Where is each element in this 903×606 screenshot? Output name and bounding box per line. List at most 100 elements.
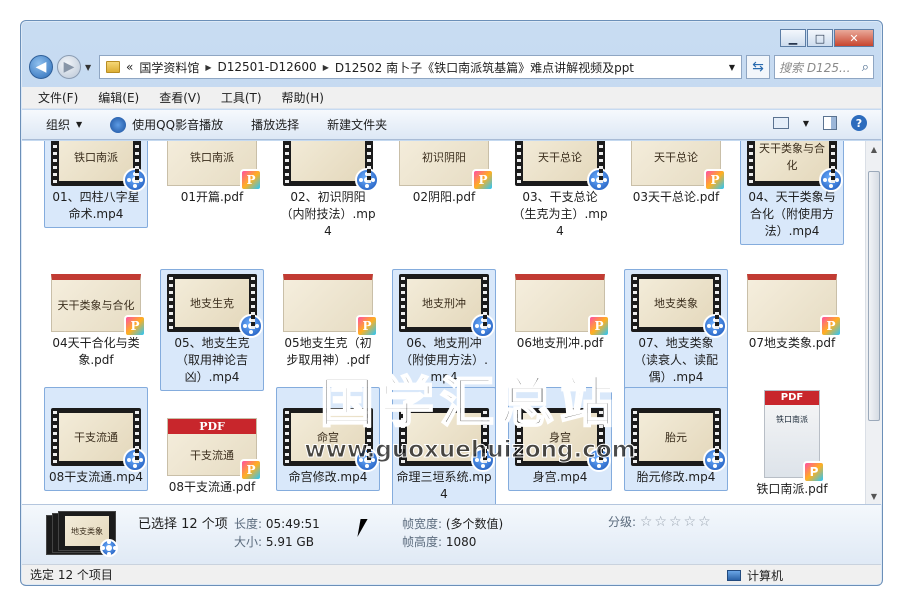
- pdf-app-icon: P: [356, 315, 378, 337]
- file-item-pdf[interactable]: PDF 铁口南派 P 铁口南派.pdf: [740, 387, 844, 503]
- file-item-video[interactable]: 胎元 胎元修改.mp4: [624, 387, 728, 491]
- new-folder-button[interactable]: 新建文件夹: [327, 116, 387, 133]
- thumbnail-text: [291, 141, 365, 181]
- thumbnail-text: 身宫: [523, 413, 597, 461]
- file-item-pdf[interactable]: P 06地支刑冲.pdf: [508, 269, 612, 357]
- length-label: 长度:: [234, 517, 263, 531]
- selected-count: 已选择 12 个项: [138, 517, 228, 532]
- qq-play-button[interactable]: 使用QQ影音播放: [110, 116, 223, 133]
- size-row: 大小: 5.91 GB: [234, 533, 314, 550]
- media-player-icon: [703, 448, 727, 472]
- breadcrumb-chevron-right-icon[interactable]: ▶: [205, 63, 211, 72]
- play-selection-button[interactable]: 播放选择: [251, 116, 299, 133]
- file-name: 01开篇.pdf: [180, 190, 244, 204]
- file-item-pdf[interactable]: PDF 干支流通 P 08干支流通.pdf: [160, 387, 264, 501]
- size-value: 5.91 GB: [265, 535, 314, 549]
- minimize-button[interactable]: ▁: [780, 29, 806, 47]
- file-item-video[interactable]: 命理三垣系统.mp4: [392, 387, 496, 504]
- file-name: 02阴阳.pdf: [412, 190, 476, 204]
- breadcrumb-item-3[interactable]: D12502 南卜子《铁口南派筑基篇》难点讲解视频及ppt: [335, 59, 634, 76]
- file-item-video[interactable]: 天干类象与合化 04、天干类象与合化（附使用方法）.mp4: [740, 141, 844, 245]
- frame-width-row: 帧宽度: (多个数值): [402, 515, 503, 532]
- refresh-button[interactable]: ⇆: [746, 55, 770, 79]
- scroll-thumb[interactable]: [868, 171, 880, 421]
- new-folder-label: 新建文件夹: [327, 118, 388, 132]
- file-item-video[interactable]: 地支刑冲 06、地支刑冲（附使用方法）.mp4: [392, 269, 496, 391]
- media-player-icon: [587, 168, 611, 192]
- search-input[interactable]: 搜索 D125... ⌕: [774, 55, 874, 79]
- pdf-thumbnail: 初识阴阳 P: [399, 141, 494, 191]
- file-name: 03、干支总论（生克为主）.mp4: [512, 190, 608, 238]
- video-thumbnail: 地支生克: [167, 274, 263, 338]
- organize-button[interactable]: 组织 ▼: [46, 116, 82, 133]
- frame-height-label: 帧高度:: [402, 535, 443, 549]
- file-name: 07地支类象.pdf: [748, 336, 836, 350]
- file-item-video[interactable]: 地支类象 07、地支类象（读衰人、读配偶）.mp4: [624, 269, 728, 391]
- thumbnail-text: 地支类象: [639, 279, 713, 327]
- view-chevron-down-icon[interactable]: ▼: [803, 119, 809, 128]
- search-icon[interactable]: ⌕: [862, 60, 869, 75]
- file-item-pdf[interactable]: 天干总论 P 03天干总论.pdf: [624, 141, 728, 211]
- thumbnail-text: 天干类象与合化: [755, 141, 829, 181]
- vertical-scrollbar[interactable]: ▲ ▼: [865, 141, 882, 504]
- maximize-button[interactable]: □: [807, 29, 833, 47]
- thumbnail-text: 初识阴阳: [422, 150, 466, 164]
- change-view-icon[interactable]: [772, 117, 789, 129]
- video-thumbnail: 胎元: [631, 408, 727, 472]
- video-thumbnail: 命宫: [283, 408, 379, 472]
- file-item-video[interactable]: 地支生克 05、地支生克（取用神论吉凶）.mp4: [160, 269, 264, 391]
- menu-file[interactable]: 文件(F): [38, 89, 78, 106]
- video-thumbnail: 天干总论: [515, 141, 611, 192]
- menu-edit[interactable]: 编辑(E): [98, 89, 139, 106]
- file-name: 胎元修改.mp4: [636, 470, 716, 484]
- file-name: 铁口南派.pdf: [756, 482, 828, 496]
- file-item-pdf[interactable]: P 05地支生克（初步取用神）.pdf: [276, 269, 380, 374]
- rating-stars[interactable]: ☆☆☆☆☆: [640, 514, 713, 530]
- file-list: 铁口南派 01、四柱八字星命术.mp4 铁口南派 P 01开篇.pdf 02、初识…: [22, 141, 865, 504]
- file-item-pdf[interactable]: 天干类象与合化 P 04天干合化与类象.pdf: [44, 269, 148, 374]
- address-bar[interactable]: « 国学资料馆 ▶ D12501-D12600 ▶ D12502 南卜子《铁口南…: [99, 55, 742, 79]
- file-item-video[interactable]: 02、初识阴阳（内附技法）.mp4: [276, 141, 380, 245]
- menu-tools[interactable]: 工具(T): [221, 89, 262, 106]
- media-player-icon: [123, 168, 147, 192]
- file-item-pdf[interactable]: 铁口南派 P 01开篇.pdf: [160, 141, 264, 211]
- menu-view[interactable]: 查看(V): [159, 89, 201, 106]
- close-button[interactable]: ✕: [834, 29, 874, 47]
- rating-row: 分级: ☆☆☆☆☆: [608, 513, 713, 530]
- back-button[interactable]: ◀: [29, 55, 53, 79]
- file-name: 05地支生克（初步取用神）.pdf: [284, 336, 372, 367]
- file-item-pdf[interactable]: 初识阴阳 P 02阴阳.pdf: [392, 141, 496, 211]
- status-location-label: 计算机: [747, 569, 784, 583]
- address-overflow[interactable]: «: [126, 60, 133, 74]
- video-thumbnail: [283, 141, 379, 192]
- recent-pages-chevron-down-icon[interactable]: ▼: [85, 63, 95, 72]
- breadcrumb-item-1[interactable]: 国学资料馆: [139, 59, 199, 76]
- thumbnail-text: 干支流通: [59, 413, 133, 461]
- file-item-pdf[interactable]: P 07地支类象.pdf: [740, 269, 844, 357]
- command-bar: 组织 ▼ 使用QQ影音播放 播放选择 新建文件夹 ▼ ?: [22, 110, 881, 140]
- menu-help[interactable]: 帮助(H): [282, 89, 324, 106]
- file-item-video[interactable]: 身宫 身宫.mp4: [508, 387, 612, 491]
- file-item-video[interactable]: 命宫 命宫修改.mp4: [276, 387, 380, 491]
- pdf-thumbnail: 天干总论 P: [631, 141, 726, 191]
- pdf-app-icon: P: [704, 169, 726, 191]
- help-icon[interactable]: ?: [851, 115, 867, 131]
- file-item-video[interactable]: 天干总论 03、干支总论（生克为主）.mp4: [508, 141, 612, 245]
- file-item-video[interactable]: 干支流通 08干支流通.mp4: [44, 387, 148, 491]
- size-label: 大小:: [234, 535, 263, 549]
- frame-height-value: 1080: [445, 535, 477, 549]
- scroll-down-icon[interactable]: ▼: [866, 488, 882, 504]
- thumbnail-text: 天干类象与合化: [57, 299, 135, 312]
- file-name: 01、四柱八字星命术.mp4: [52, 190, 140, 221]
- breadcrumb-chevron-right-icon[interactable]: ▶: [323, 63, 329, 72]
- preview-pane-icon[interactable]: [823, 116, 837, 130]
- pdf-app-icon: P: [240, 169, 262, 191]
- media-player-icon: [355, 168, 379, 192]
- pdf-app-icon: P: [820, 315, 842, 337]
- address-chevron-down-icon[interactable]: ▼: [729, 63, 735, 72]
- forward-button[interactable]: ▶: [57, 55, 81, 79]
- file-item-video[interactable]: 铁口南派 01、四柱八字星命术.mp4: [44, 141, 148, 228]
- file-name: 身宫.mp4: [532, 470, 588, 484]
- scroll-up-icon[interactable]: ▲: [866, 141, 882, 157]
- breadcrumb-item-2[interactable]: D12501-D12600: [218, 60, 317, 74]
